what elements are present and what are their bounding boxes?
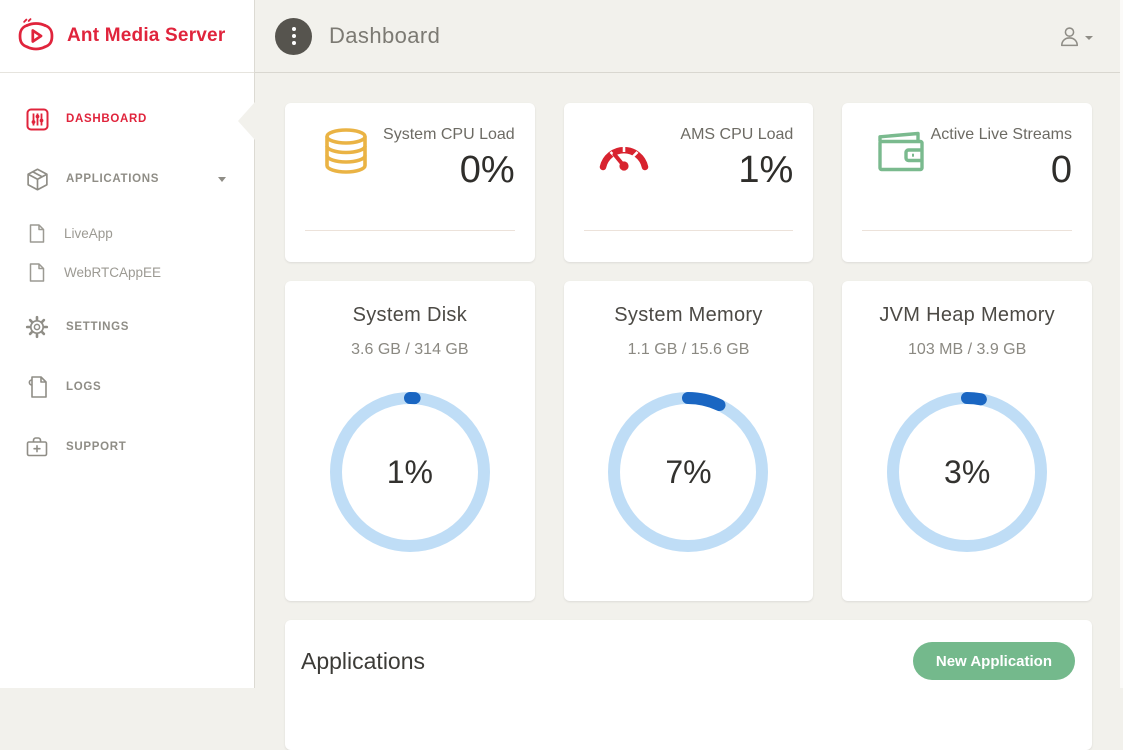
jvm-heap-memory-card: JVM Heap Memory 103 MB / 3.9 GB 3%	[842, 281, 1092, 601]
divider	[305, 230, 515, 231]
sidebar-item-label: LOGS	[66, 381, 101, 393]
file-icon	[29, 224, 47, 244]
gauge-title: JVM Heap Memory	[842, 304, 1092, 327]
stat-value: 0	[931, 149, 1072, 192]
gauge-subtitle: 103 MB / 3.9 GB	[842, 341, 1092, 359]
user-menu[interactable]	[1058, 25, 1093, 48]
wallet-icon	[875, 131, 927, 178]
dot-icon	[292, 27, 296, 31]
gauge-value: 1%	[328, 390, 492, 554]
brand-name: Ant Media Server	[67, 25, 225, 47]
system-cpu-load-card: System CPU Load 0%	[285, 103, 535, 262]
donut-gauge: 7%	[606, 390, 770, 554]
person-icon	[1058, 25, 1081, 48]
divider	[862, 230, 1072, 231]
package-icon	[24, 166, 50, 192]
sidebar-item-dashboard[interactable]: DASHBOARD	[0, 99, 254, 139]
sidebar-item-label: SETTINGS	[66, 321, 129, 333]
file-icon	[29, 263, 47, 283]
stat-value: 0%	[383, 149, 515, 192]
dot-icon	[292, 41, 296, 45]
gauge-subtitle: 1.1 GB / 15.6 GB	[564, 341, 814, 359]
dot-icon	[292, 34, 296, 38]
sidebar-item-label: LiveApp	[64, 226, 113, 241]
sidebar-item-applications[interactable]: APPLICATIONS	[0, 159, 254, 199]
divider	[584, 230, 794, 231]
support-icon	[24, 434, 50, 460]
sidebar-item-settings[interactable]: SETTINGS	[0, 307, 254, 347]
system-disk-card: System Disk 3.6 GB / 314 GB 1%	[285, 281, 535, 601]
chevron-down-icon	[218, 177, 226, 182]
dashboard-content: System CPU Load 0%	[255, 73, 1123, 750]
main-area: Dashboard System	[255, 0, 1123, 688]
menu-dots-button[interactable]	[275, 18, 312, 55]
active-item-notch	[238, 102, 255, 140]
stat-value: 1%	[680, 149, 793, 192]
gauge-value: 3%	[885, 390, 1049, 554]
gauge-value: 7%	[606, 390, 770, 554]
speedometer-icon	[597, 133, 651, 178]
sidebar-item-label: WebRTCAppEE	[64, 265, 161, 280]
gear-icon	[24, 314, 50, 340]
logs-icon	[24, 374, 50, 400]
sidebar-item-support[interactable]: SUPPORT	[0, 427, 254, 467]
applications-section: Applications New Application	[285, 620, 1092, 750]
ant-media-logo-icon	[15, 17, 57, 55]
donut-gauge: 1%	[328, 390, 492, 554]
database-icon	[318, 127, 374, 182]
active-live-streams-card: Active Live Streams 0	[842, 103, 1092, 262]
page-title: Dashboard	[329, 23, 440, 49]
sidebar-item-webrtcappee[interactable]: WebRTCAppEE	[0, 253, 254, 292]
stat-label: AMS CPU Load	[680, 124, 793, 146]
chevron-down-icon	[1085, 36, 1093, 40]
gauge-subtitle: 3.6 GB / 314 GB	[285, 341, 535, 359]
stat-label: Active Live Streams	[931, 124, 1072, 146]
sidebar: Ant Media Server DASHBOARD	[0, 0, 255, 688]
sidebar-item-liveapp[interactable]: LiveApp	[0, 214, 254, 253]
applications-title: Applications	[301, 648, 425, 675]
gauge-title: System Disk	[285, 304, 535, 327]
new-application-button[interactable]: New Application	[913, 642, 1075, 680]
ams-cpu-load-card: AMS CPU Load 1%	[564, 103, 814, 262]
brand-logo[interactable]: Ant Media Server	[0, 0, 254, 73]
sidebar-item-label: SUPPORT	[66, 441, 127, 453]
system-memory-card: System Memory 1.1 GB / 15.6 GB 7%	[564, 281, 814, 601]
sidebar-item-label: DASHBOARD	[66, 113, 147, 125]
sidebar-nav: DASHBOARD APPLICATIONS	[0, 73, 254, 467]
donut-gauge: 3%	[885, 390, 1049, 554]
top-bar: Dashboard	[255, 0, 1123, 73]
sidebar-item-label: APPLICATIONS	[66, 173, 159, 185]
gauge-title: System Memory	[564, 304, 814, 327]
stat-label: System CPU Load	[383, 124, 515, 146]
sidebar-item-logs[interactable]: LOGS	[0, 367, 254, 407]
sliders-icon	[24, 106, 50, 132]
